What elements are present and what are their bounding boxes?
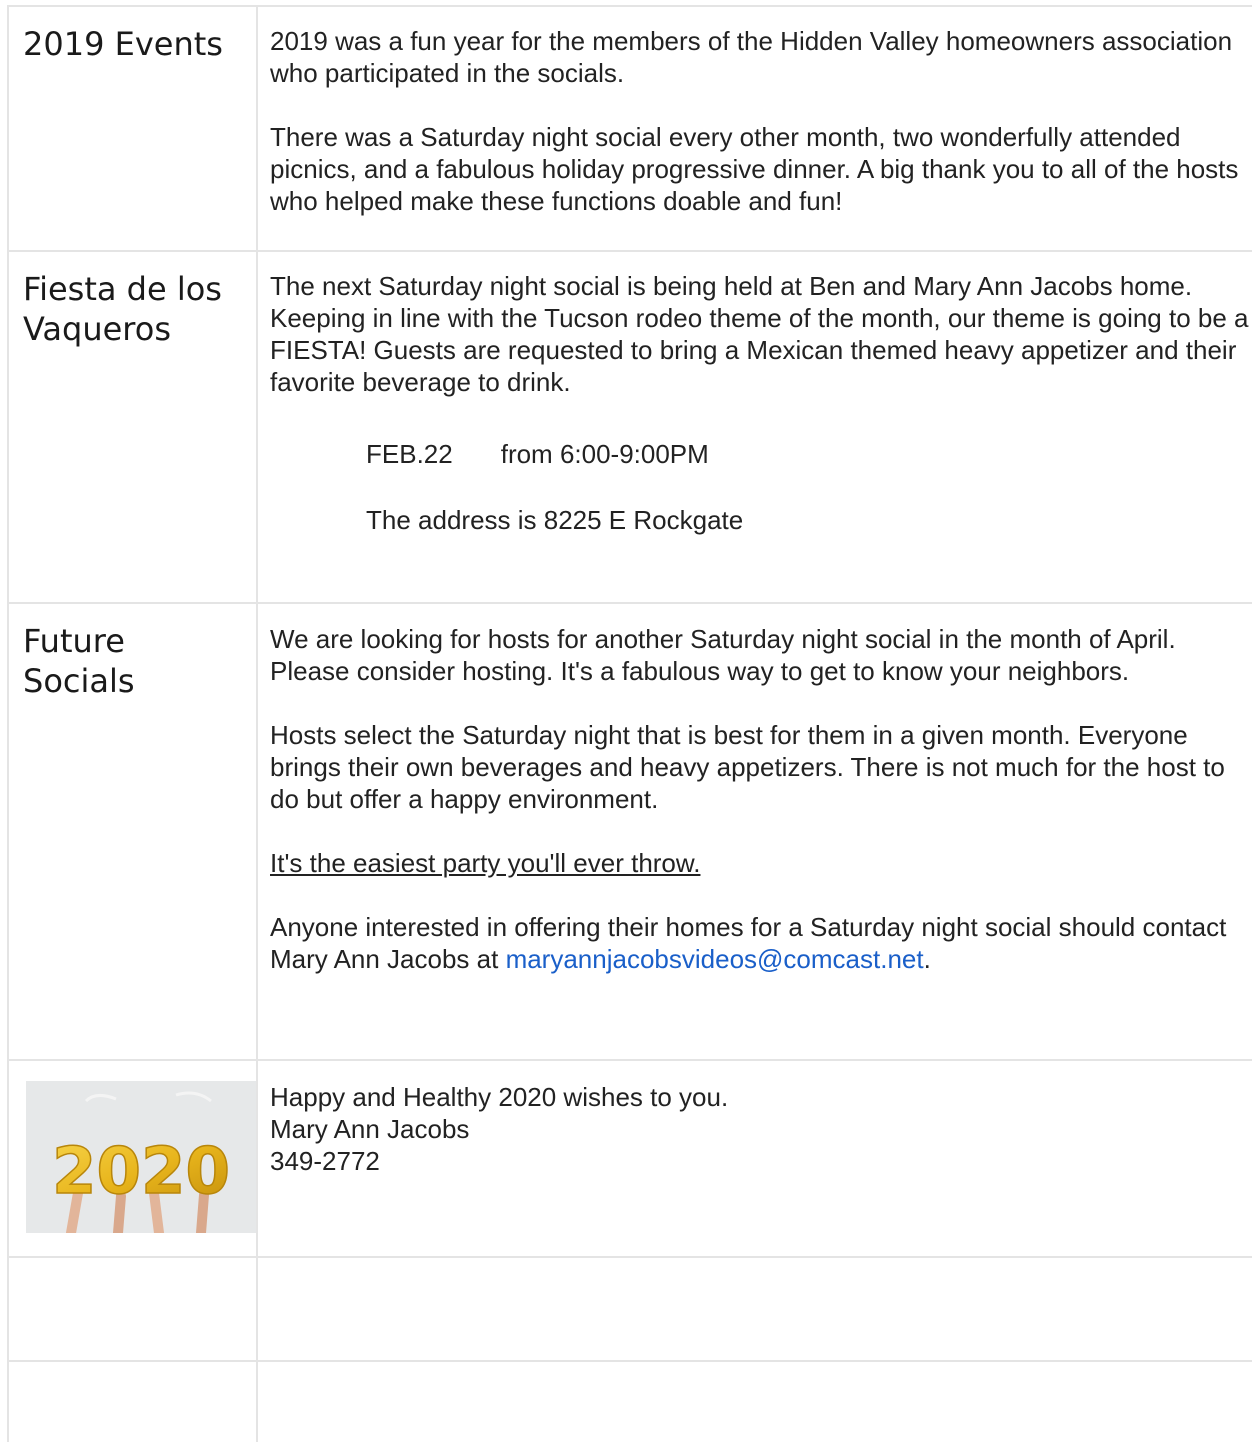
empty-cell: [258, 1258, 1252, 1360]
row-2020-wishes: 2020 Happy and Healthy 2020 wishes to yo…: [7, 1061, 1252, 1258]
event-time: from 6:00-9:00PM: [500, 439, 709, 469]
underlined-tagline: It's the easiest party you'll ever throw…: [270, 848, 701, 878]
content-cell: Happy and Healthy 2020 wishes to you. Ma…: [258, 1061, 1252, 1256]
empty-cell: [7, 1258, 258, 1360]
wishes-text: Happy and Healthy 2020 wishes to you.: [270, 1082, 729, 1112]
content-cell: The next Saturday night social is being …: [258, 252, 1252, 602]
paragraph: 2019 was a fun year for the members of t…: [270, 26, 1233, 88]
heading-future-socials: Future Socials: [23, 621, 256, 701]
paragraph: Hosts select the Saturday night that is …: [270, 720, 1225, 814]
row-2019-events: 2019 Events 2019 was a fun year for the …: [7, 5, 1252, 252]
paragraph: The next Saturday night social is being …: [270, 271, 1249, 397]
event-address: The address is 8225 E Rockgate: [366, 505, 744, 535]
row-fiesta: Fiesta de los Vaqueros The next Saturday…: [7, 252, 1252, 604]
empty-row: [7, 1258, 1252, 1362]
paragraph: We are looking for hosts for another Sat…: [270, 624, 1176, 686]
contact-paragraph: Anyone interested in offering their home…: [270, 911, 1252, 975]
heading-line: Future: [23, 622, 125, 660]
period: .: [923, 944, 931, 974]
event-datetime: FEB.22 from 6:00-9:00PM: [270, 438, 1252, 470]
balloons-2020-image: 2020: [26, 1081, 256, 1233]
heading-2019-events: 2019 Events: [23, 25, 223, 63]
content-cell: We are looking for hosts for another Sat…: [258, 604, 1252, 1059]
newsletter-table: 2019 Events 2019 was a fun year for the …: [7, 5, 1252, 1442]
event-date: FEB.22: [366, 439, 453, 469]
heading-line: Socials: [23, 662, 135, 700]
heading-fiesta: Fiesta de los Vaqueros: [23, 269, 256, 349]
image-cell: 2020: [7, 1061, 258, 1256]
label-cell: 2019 Events: [7, 7, 258, 250]
empty-row: [7, 1362, 1252, 1442]
heading-line: Fiesta de los: [23, 270, 222, 308]
row-future-socials: Future Socials We are looking for hosts …: [7, 604, 1252, 1061]
empty-cell: [7, 1362, 258, 1442]
paragraph: There was a Saturday night social every …: [270, 122, 1239, 216]
label-cell: Fiesta de los Vaqueros: [7, 252, 258, 602]
empty-cell: [258, 1362, 1252, 1442]
content-cell: 2019 was a fun year for the members of t…: [258, 7, 1252, 250]
balloon-text: 2020: [52, 1135, 230, 1209]
label-cell: Future Socials: [7, 604, 258, 1059]
phone-number: 349-2772: [270, 1146, 380, 1176]
email-link[interactable]: maryannjacobsvideos@comcast.net: [506, 944, 924, 974]
signature-name: Mary Ann Jacobs: [270, 1114, 470, 1144]
balloons-graphic: 2020: [26, 1081, 256, 1233]
heading-line: Vaqueros: [23, 310, 171, 348]
